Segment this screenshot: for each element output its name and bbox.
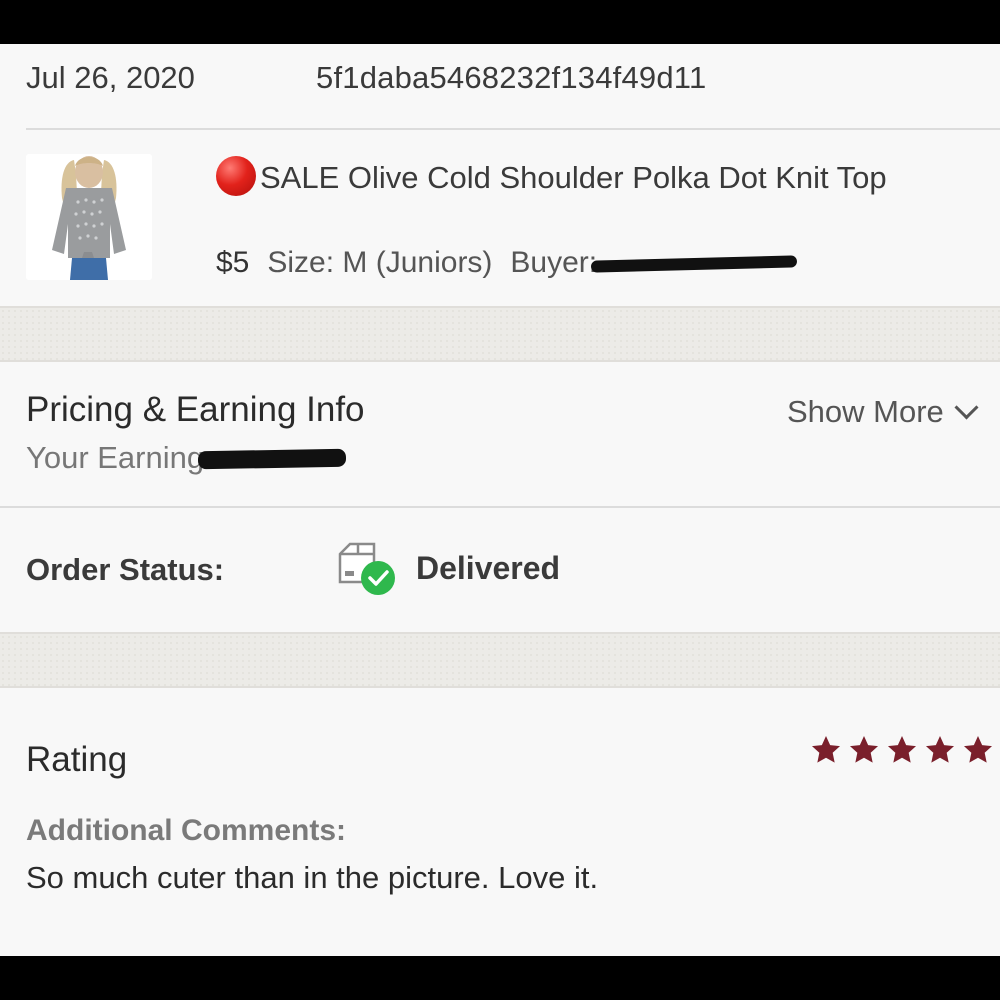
section-separator xyxy=(0,632,1000,688)
show-more-button[interactable]: Show More xyxy=(787,394,979,430)
product-row[interactable]: SALE Olive Cold Shoulder Polka Dot Knit … xyxy=(0,130,1000,306)
buyer-redaction xyxy=(591,255,798,273)
product-price: $5 xyxy=(216,246,250,279)
product-thumbnail[interactable] xyxy=(26,154,152,280)
star-icon xyxy=(812,736,840,763)
product-title[interactable]: SALE Olive Cold Shoulder Polka Dot Knit … xyxy=(216,156,887,196)
bottom-bar xyxy=(0,956,1000,1000)
order-details-screen: Jul 26, 2020 5f1daba5468232f134f49d11 SA… xyxy=(0,44,1000,956)
delivered-box-check-icon xyxy=(338,542,395,595)
order-status-value: Delivered xyxy=(416,550,561,586)
star-icon xyxy=(850,736,878,763)
rating-label: Rating xyxy=(26,740,128,779)
comments-text: So much cuter than in the picture. Love … xyxy=(26,860,599,895)
order-status-label: Order Status: xyxy=(26,552,225,587)
pricing-title: Pricing & Earning Info xyxy=(26,390,365,429)
order-header: Jul 26, 2020 5f1daba5468232f134f49d11 xyxy=(0,44,1000,128)
star-icon xyxy=(964,736,992,763)
buyer-label: Buyer: xyxy=(510,246,598,279)
red-circle-icon xyxy=(216,156,256,196)
earnings-redaction xyxy=(197,448,347,470)
order-status-row: Order Status: Delivered xyxy=(0,508,1000,632)
rating-stars xyxy=(810,734,1000,771)
star-icon xyxy=(926,736,954,763)
order-date: Jul 26, 2020 xyxy=(26,60,195,95)
pricing-section: Pricing & Earning Info Show More Your Ea… xyxy=(0,360,1000,506)
chevron-down-icon xyxy=(954,395,979,420)
star-icon xyxy=(888,736,916,763)
section-separator xyxy=(0,306,1000,362)
earnings-line: Your Earning xyxy=(26,440,347,476)
rating-section: Rating Additional Comments: So much cute… xyxy=(0,686,1000,956)
show-more-label: Show More xyxy=(787,394,944,429)
product-size: Size: M (Juniors) xyxy=(267,246,493,279)
order-id: 5f1daba5468232f134f49d11 xyxy=(316,60,707,95)
product-meta: $5 Size: M (Juniors) Buyer: xyxy=(216,246,798,280)
comments-label: Additional Comments: xyxy=(26,814,346,847)
earnings-label: Your Earning xyxy=(26,440,205,475)
product-title-text: SALE Olive Cold Shoulder Polka Dot Knit … xyxy=(260,160,887,195)
